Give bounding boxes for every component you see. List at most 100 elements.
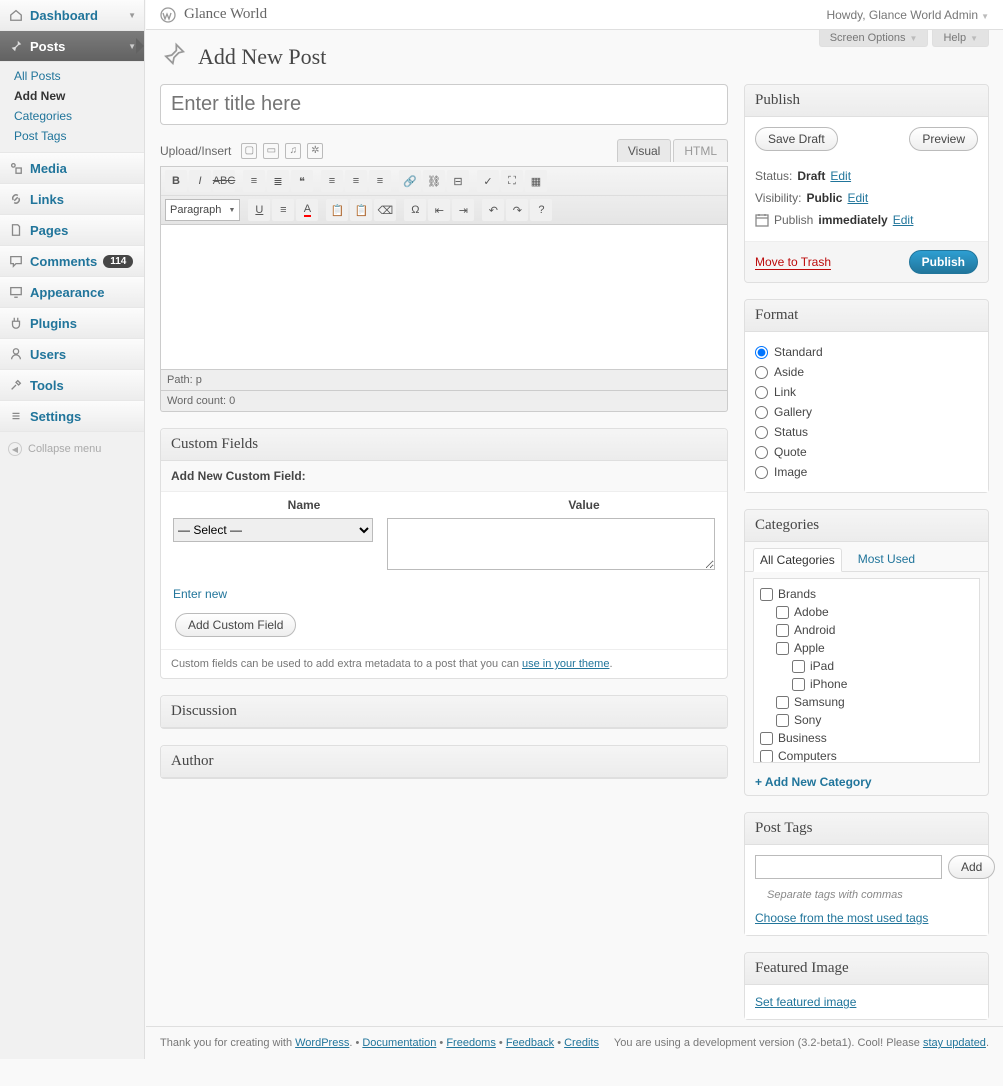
format-option-status[interactable]: Status: [755, 422, 978, 442]
submenu-categories[interactable]: Categories: [0, 106, 144, 126]
category-item[interactable]: Computers: [760, 747, 973, 763]
format-radio[interactable]: [755, 446, 768, 459]
add-media-icon[interactable]: ✲: [307, 143, 323, 159]
format-option-quote[interactable]: Quote: [755, 442, 978, 462]
category-checkbox[interactable]: [776, 714, 789, 727]
category-item[interactable]: Apple: [760, 639, 973, 657]
tab-html[interactable]: HTML: [673, 139, 728, 162]
category-item[interactable]: iPhone: [760, 675, 973, 693]
blockquote-button[interactable]: ❝: [291, 170, 313, 192]
paste-word-button[interactable]: 📋: [350, 199, 372, 221]
redo-button[interactable]: ↷: [506, 199, 528, 221]
category-checkbox[interactable]: [760, 732, 773, 745]
kitchensink-button[interactable]: ▦: [525, 170, 547, 192]
format-radio[interactable]: [755, 466, 768, 479]
number-list-button[interactable]: ≣: [267, 170, 289, 192]
category-item[interactable]: Sony: [760, 711, 973, 729]
strike-button[interactable]: ABC: [213, 170, 235, 192]
menu-comments[interactable]: Comments 114: [0, 246, 144, 277]
italic-button[interactable]: I: [189, 170, 211, 192]
remove-format-button[interactable]: ⌫: [374, 199, 396, 221]
category-checkbox[interactable]: [792, 660, 805, 673]
category-item[interactable]: Adobe: [760, 603, 973, 621]
category-checkbox[interactable]: [776, 606, 789, 619]
cf-enter-new[interactable]: Enter new: [161, 583, 727, 609]
category-checkbox[interactable]: [760, 588, 773, 601]
post-title-input[interactable]: [160, 84, 728, 125]
collapse-menu[interactable]: ◀ Collapse menu: [0, 432, 144, 466]
menu-appearance[interactable]: Appearance: [0, 277, 144, 308]
paste-text-button[interactable]: 📋: [326, 199, 348, 221]
publish-button[interactable]: Publish: [909, 250, 978, 274]
submenu-post-tags[interactable]: Post Tags: [0, 126, 144, 146]
indent-button[interactable]: ⇥: [452, 199, 474, 221]
category-item[interactable]: Samsung: [760, 693, 973, 711]
tags-title[interactable]: Post Tags: [745, 813, 988, 845]
link-button[interactable]: 🔗: [399, 170, 421, 192]
submenu-add-new[interactable]: Add New: [0, 86, 144, 106]
add-image-icon[interactable]: ▢: [241, 143, 257, 159]
menu-users[interactable]: Users: [0, 339, 144, 370]
add-tag-button[interactable]: Add: [948, 855, 995, 879]
menu-posts[interactable]: Posts ▼: [0, 31, 144, 62]
cat-tab-all[interactable]: All Categories: [753, 548, 842, 572]
howdy-user[interactable]: Howdy, Glance World Admin▼: [826, 8, 989, 22]
cf-name-select[interactable]: — Select —: [173, 518, 373, 542]
category-list[interactable]: BrandsAdobeAndroidAppleiPadiPhoneSamsung…: [753, 578, 980, 763]
format-option-gallery[interactable]: Gallery: [755, 402, 978, 422]
author-title[interactable]: Author: [161, 746, 727, 778]
submenu-all-posts[interactable]: All Posts: [0, 66, 144, 86]
category-item[interactable]: Brands: [760, 585, 973, 603]
menu-tools[interactable]: Tools: [0, 370, 144, 401]
align-left-button[interactable]: ≡: [321, 170, 343, 192]
edit-visibility[interactable]: Edit: [847, 191, 868, 205]
move-to-trash[interactable]: Move to Trash: [755, 255, 831, 270]
footer-wordpress[interactable]: WordPress: [295, 1037, 349, 1049]
menu-links[interactable]: Links: [0, 184, 144, 215]
textcolor-button[interactable]: A: [296, 199, 318, 221]
editor-textarea[interactable]: [160, 225, 728, 370]
category-checkbox[interactable]: [792, 678, 805, 691]
preview-button[interactable]: Preview: [909, 127, 978, 151]
cf-note-link[interactable]: use in your theme: [522, 658, 609, 670]
align-right-button[interactable]: ≡: [369, 170, 391, 192]
add-video-icon[interactable]: ▭: [263, 143, 279, 159]
format-radio[interactable]: [755, 346, 768, 359]
unlink-button[interactable]: ⛓: [423, 170, 445, 192]
format-option-image[interactable]: Image: [755, 462, 978, 482]
category-checkbox[interactable]: [776, 696, 789, 709]
menu-dashboard[interactable]: Dashboard ▼: [0, 0, 144, 31]
format-title[interactable]: Format: [745, 300, 988, 332]
footer-feedback[interactable]: Feedback: [506, 1037, 554, 1049]
tab-visual[interactable]: Visual: [617, 139, 671, 162]
categories-title[interactable]: Categories: [745, 510, 988, 542]
menu-pages[interactable]: Pages: [0, 215, 144, 246]
bold-button[interactable]: B: [165, 170, 187, 192]
footer-documentation[interactable]: Documentation: [362, 1037, 436, 1049]
fullscreen-button[interactable]: ⛶: [501, 170, 523, 192]
menu-media[interactable]: Media: [0, 153, 144, 184]
discussion-title[interactable]: Discussion: [161, 696, 727, 728]
outdent-button[interactable]: ⇤: [428, 199, 450, 221]
featured-image-title[interactable]: Featured Image: [745, 953, 988, 985]
format-radio[interactable]: [755, 406, 768, 419]
cat-tab-most[interactable]: Most Used: [852, 548, 921, 571]
category-checkbox[interactable]: [776, 624, 789, 637]
more-button[interactable]: ⊟: [447, 170, 469, 192]
format-radio[interactable]: [755, 386, 768, 399]
align-center-button[interactable]: ≡: [345, 170, 367, 192]
category-item[interactable]: iPad: [760, 657, 973, 675]
format-select[interactable]: Paragraph: [165, 199, 240, 221]
category-item[interactable]: Android: [760, 621, 973, 639]
format-option-link[interactable]: Link: [755, 382, 978, 402]
help-toggle[interactable]: Help▼: [932, 30, 989, 47]
wphelp-button[interactable]: ?: [530, 199, 552, 221]
format-option-aside[interactable]: Aside: [755, 362, 978, 382]
category-checkbox[interactable]: [760, 750, 773, 763]
format-radio[interactable]: [755, 426, 768, 439]
underline-button[interactable]: U: [248, 199, 270, 221]
screen-options-toggle[interactable]: Screen Options▼: [819, 30, 929, 47]
category-checkbox[interactable]: [776, 642, 789, 655]
add-audio-icon[interactable]: ♫: [285, 143, 301, 159]
tag-input[interactable]: [755, 855, 942, 879]
